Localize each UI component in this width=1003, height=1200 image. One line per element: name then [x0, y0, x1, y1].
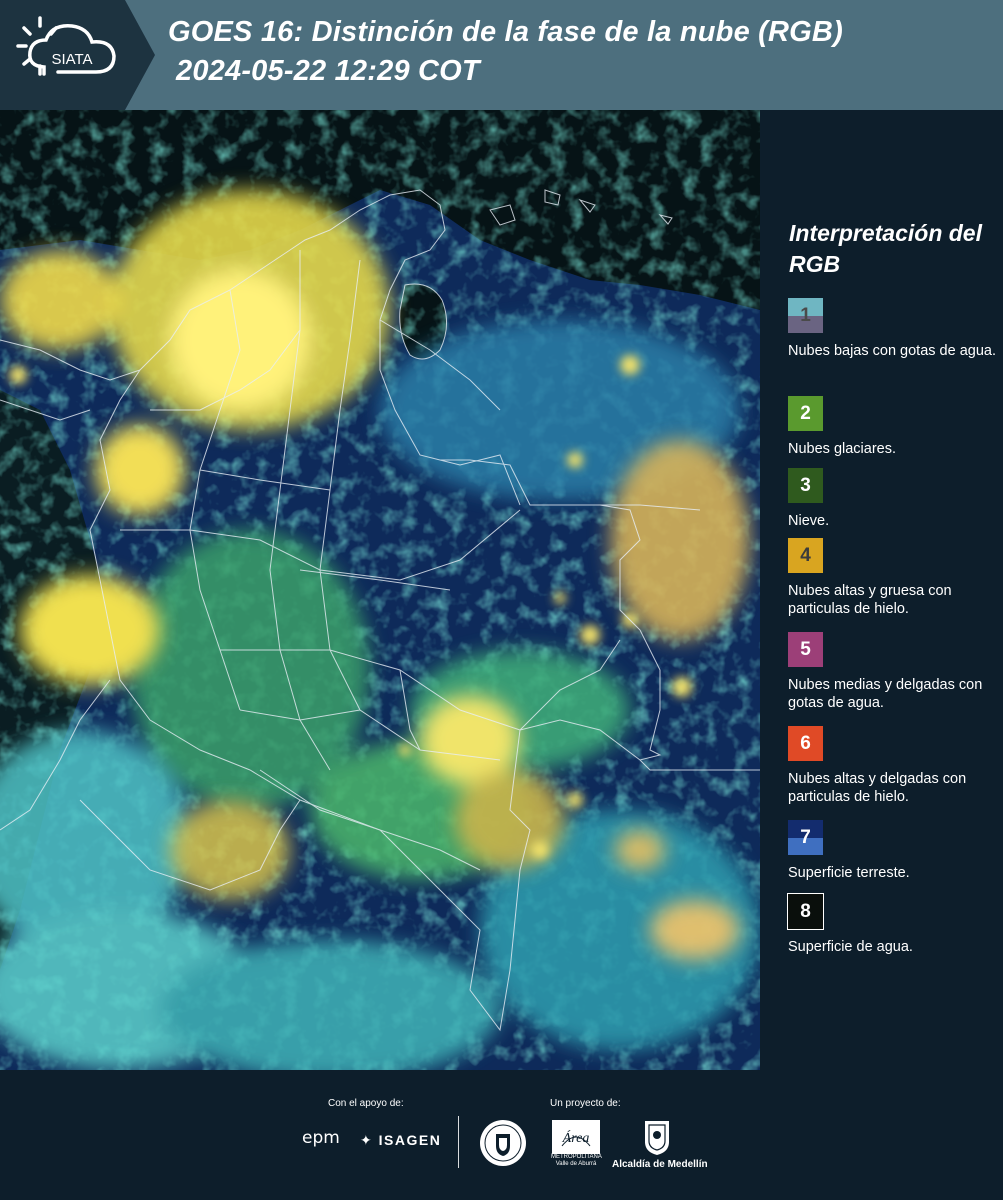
legend-number: 4 [800, 544, 811, 566]
isagen-logo: ✦ ISAGEN [360, 1132, 441, 1149]
legend-item-8: 8 Superficie de agua. [787, 893, 1000, 956]
legend-label: Superficie terreste. [788, 865, 910, 881]
area-metropolitana-label: METROPOLITANA Valle de Aburrá [551, 1154, 602, 1167]
legend-item-1: 1 Nubes bajas con gotas de agua. [788, 298, 1000, 360]
alcaldia-label: Alcaldía de Medellín [612, 1159, 708, 1170]
siata-logo: SIATA [0, 0, 155, 110]
legend-item-5: 5 Nubes medias y delgadas con gotas de a… [788, 632, 1000, 712]
satellite-image [0, 110, 760, 1070]
timestamp: 2024-05-22 12:29 COT [176, 55, 480, 87]
legend-number: 2 [800, 402, 811, 424]
footer: Con el apoyo de: Un proyecto de: epm ✦ I… [0, 1070, 1003, 1200]
footer-divider [458, 1116, 459, 1168]
medellin-coat-of-arms-icon [645, 1121, 669, 1155]
legend-swatch-2: 2 [788, 396, 823, 431]
area-metropolitana-logo: Área [552, 1120, 600, 1154]
legend-number: 5 [800, 638, 811, 660]
legend-number: 3 [800, 474, 811, 496]
satellite-map[interactable] [0, 110, 760, 1070]
legend-number: 6 [800, 732, 811, 754]
logo-text: SIATA [51, 51, 92, 68]
legend-label: Nubes bajas con gotas de agua. [788, 343, 996, 359]
legend-label: Nubes glaciares. [788, 441, 896, 457]
isagen-icon: ✦ [360, 1132, 374, 1148]
legend-item-6: 6 Nubes altas y delgadas con particulas … [788, 726, 1000, 806]
legend-swatch-5: 5 [788, 632, 823, 667]
legend-swatch-4: 4 [788, 538, 823, 573]
legend-number: 7 [800, 826, 811, 848]
legend-item-4: 4 Nubes altas y gruesa con particulas de… [788, 538, 1000, 618]
sun-cloud-icon: SIATA [16, 16, 116, 76]
legend-item-3: 3 Nieve. [788, 468, 1000, 530]
legend-title: Interpretación del RGB [789, 220, 982, 277]
legend-label: Nubes altas y gruesa con particulas de h… [788, 583, 952, 617]
legend-swatch-7: 7 [788, 820, 823, 855]
university-seal-icon [480, 1120, 526, 1166]
isagen-text: ISAGEN [378, 1132, 442, 1148]
support-label: Con el apoyo de: [328, 1098, 404, 1109]
header-bar: SIATA GOES 16: Distinción de la fase de … [0, 0, 1003, 110]
legend-label: Superficie de agua. [788, 939, 913, 955]
legend-swatch-3: 3 [788, 468, 823, 503]
epm-logo: epm [302, 1128, 340, 1148]
legend-swatch-8: 8 [787, 893, 824, 930]
legend-swatch-6: 6 [788, 726, 823, 761]
legend-swatch-1: 1 [788, 298, 823, 333]
legend-item-2: 2 Nubes glaciares. [788, 396, 1000, 458]
page-title: GOES 16: Distinción de la fase de la nub… [168, 16, 843, 48]
legend-panel: Interpretación del RGB 1 Nubes bajas con… [760, 110, 1003, 1070]
legend-label: Nubes altas y delgadas con particulas de… [788, 771, 967, 805]
legend-label: Nieve. [788, 513, 830, 529]
legend-label: Nubes medias y delgadas con gotas de agu… [788, 677, 983, 711]
legend-number: 1 [800, 304, 811, 326]
legend-item-7: 7 Superficie terreste. [788, 820, 1000, 882]
project-label: Un proyecto de: [550, 1098, 621, 1109]
legend-number: 8 [800, 900, 811, 922]
